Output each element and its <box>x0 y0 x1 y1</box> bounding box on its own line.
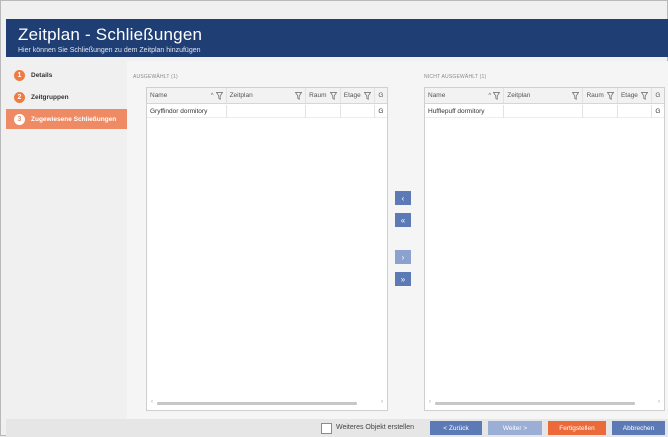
assignment-panel: AUSGEWÄHLT (1) Name ^ Zeitplan Raum Etag… <box>127 61 668 419</box>
filter-icon[interactable] <box>572 91 580 100</box>
horizontal-scrollbar[interactable]: ‹ › <box>429 399 660 405</box>
column-etage[interactable]: Etage <box>341 88 376 103</box>
selected-grid[interactable]: Name ^ Zeitplan Raum Etage G Gryffindor … <box>146 87 388 411</box>
step-number: 3 <box>14 113 25 125</box>
sort-ascending-icon[interactable]: ^ <box>211 93 214 99</box>
another-object-label: Weiteres Objekt erstellen <box>336 424 415 431</box>
cell-name: Hufflepuff dormitory <box>425 105 505 118</box>
unselected-label: NICHT AUSGEWÄHLT (1) <box>424 74 487 80</box>
table-row[interactable]: Gryffindor dormitory G <box>147 105 387 118</box>
cell-raum <box>583 105 618 118</box>
cell-g: G <box>378 108 384 115</box>
cell-etage <box>618 105 653 118</box>
filter-icon[interactable] <box>606 91 614 100</box>
cell-name: Gryffindor dormitory <box>147 105 227 118</box>
cell-etage <box>341 105 376 118</box>
header: Zeitplan - Schließungen Hier können Sie … <box>6 19 668 57</box>
column-etage[interactable]: Etage <box>618 88 653 103</box>
move-selected-left-button[interactable]: ‹ <box>395 191 411 205</box>
step-label: Zugewiesene Schließungen <box>31 115 117 123</box>
column-raum[interactable]: Raum <box>583 88 618 103</box>
filter-icon[interactable] <box>641 91 649 100</box>
finish-button[interactable]: Fertigstellen <box>548 421 606 435</box>
column-name[interactable]: Name ^ <box>425 88 505 103</box>
filter-icon[interactable] <box>295 91 303 100</box>
another-object-checkbox[interactable] <box>321 423 332 434</box>
back-button[interactable]: < Zurück <box>430 421 482 435</box>
step-number: 1 <box>14 69 25 81</box>
unselected-grid[interactable]: Name ^ Zeitplan Raum Etage G Hufflepuff … <box>424 87 665 411</box>
wizard-window: Zeitplan - Schließungen Hier können Sie … <box>0 0 668 437</box>
table-row[interactable]: Hufflepuff dormitory G <box>425 105 664 118</box>
step-label: Details <box>31 71 53 79</box>
scrollbar-thumb[interactable] <box>157 402 357 405</box>
chevron-right-icon: › <box>401 252 405 262</box>
step-zugewiesene-schliessungen[interactable]: 3 Zugewiesene Schließungen <box>6 109 135 129</box>
scroll-left-icon[interactable]: ‹ <box>429 399 431 405</box>
page-subtitle: Hier können Sie Schließungen zu dem Zeit… <box>18 47 201 54</box>
wizard-steps: 1 Details 2 Zeitgruppen 3 Zugewiesene Sc… <box>6 61 135 419</box>
column-zeitplan[interactable]: Zeitplan <box>504 88 584 103</box>
cell-g: G <box>655 108 661 115</box>
cancel-button[interactable]: Abbrechen <box>612 421 665 435</box>
sort-ascending-icon[interactable]: ^ <box>488 93 491 99</box>
scrollbar-thumb[interactable] <box>435 402 635 405</box>
grid-header: Name ^ Zeitplan Raum Etage G <box>425 88 664 104</box>
scroll-left-icon[interactable]: ‹ <box>151 399 153 405</box>
filter-icon[interactable] <box>493 91 501 100</box>
selected-label: AUSGEWÄHLT (1) <box>133 74 178 80</box>
step-label: Zeitgruppen <box>31 93 69 101</box>
double-chevron-left-icon: « <box>400 215 406 225</box>
horizontal-scrollbar[interactable]: ‹ › <box>151 399 383 405</box>
cell-zeitplan <box>504 105 584 118</box>
page-title: Zeitplan - Schließungen <box>18 25 203 44</box>
move-all-right-button[interactable]: » <box>395 272 411 286</box>
column-name[interactable]: Name ^ <box>147 88 227 103</box>
filter-icon[interactable] <box>329 91 337 100</box>
scroll-right-icon[interactable]: › <box>381 399 383 405</box>
double-chevron-right-icon: » <box>400 274 406 284</box>
filter-icon[interactable] <box>364 91 372 100</box>
column-zeitplan[interactable]: Zeitplan <box>227 88 307 103</box>
column-g[interactable]: G <box>652 88 664 103</box>
column-raum[interactable]: Raum <box>306 88 341 103</box>
scroll-right-icon[interactable]: › <box>658 399 660 405</box>
next-button[interactable]: Weiter > <box>488 421 542 435</box>
filter-icon[interactable] <box>215 91 223 100</box>
grid-header: Name ^ Zeitplan Raum Etage G <box>147 88 387 104</box>
step-zeitgruppen[interactable]: 2 Zeitgruppen <box>6 87 127 107</box>
move-selected-right-button[interactable]: › <box>395 250 411 264</box>
step-details[interactable]: 1 Details <box>6 65 127 85</box>
step-number: 2 <box>14 91 25 103</box>
chevron-left-icon: ‹ <box>401 193 405 203</box>
cell-raum <box>306 105 341 118</box>
footer-bar: Weiteres Objekt erstellen < Zurück Weite… <box>6 419 668 437</box>
cell-zeitplan <box>227 105 307 118</box>
column-g[interactable]: G <box>375 88 387 103</box>
move-all-left-button[interactable]: « <box>395 213 411 227</box>
